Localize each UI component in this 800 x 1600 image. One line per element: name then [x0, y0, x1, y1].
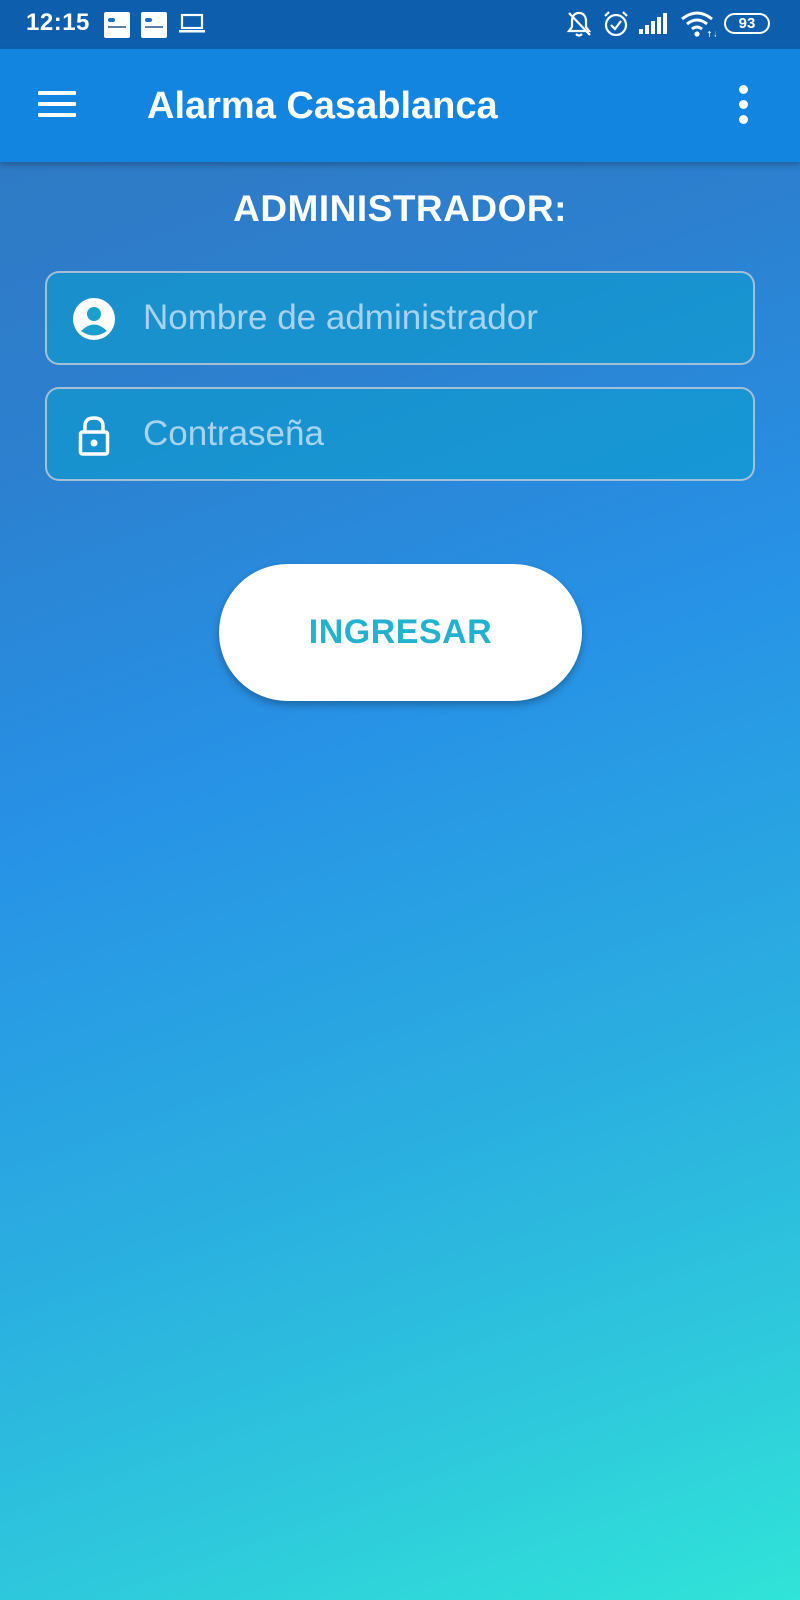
password-field[interactable]	[45, 387, 755, 481]
status-bar: 12:15 ↑↓ 93	[0, 0, 800, 49]
username-input[interactable]	[143, 273, 733, 363]
bell-off-icon	[566, 11, 592, 37]
battery-icon: 93	[724, 13, 770, 34]
status-time: 12:15	[26, 9, 90, 36]
hamburger-menu-icon[interactable]	[30, 77, 86, 133]
app-bar: Alarma Casablanca	[0, 49, 800, 162]
cell-signal-icon	[639, 13, 667, 34]
svg-text:↑↓: ↑↓	[706, 30, 716, 38]
password-input[interactable]	[143, 389, 733, 479]
battery-level: 93	[738, 15, 756, 32]
laptop-icon	[179, 13, 205, 33]
app-title: Alarma Casablanca	[147, 85, 498, 127]
section-heading: ADMINISTRADOR:	[233, 188, 567, 229]
alarm-clock-icon	[604, 11, 628, 37]
lock-icon	[78, 416, 110, 456]
app-notification-icon	[104, 12, 130, 38]
account-circle-icon	[73, 298, 115, 340]
wifi-icon: ↑↓	[681, 11, 716, 38]
username-field[interactable]	[45, 271, 755, 365]
app-notification-icon	[141, 12, 167, 38]
login-button[interactable]: INGRESAR	[219, 564, 582, 701]
more-vertical-icon[interactable]	[733, 83, 755, 127]
